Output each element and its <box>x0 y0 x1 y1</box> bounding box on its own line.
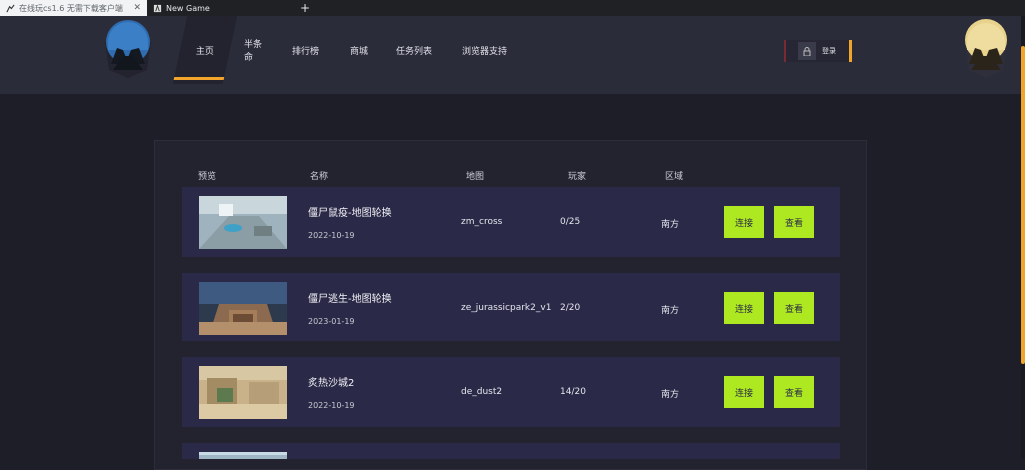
server-region: 南方 <box>661 306 680 316</box>
view-button[interactable]: 查看 <box>774 292 814 324</box>
column-header-preview: 预览 <box>198 172 217 182</box>
ct-logo-icon[interactable] <box>103 20 153 78</box>
column-header-map: 地图 <box>466 172 485 182</box>
server-map: de_dust2 <box>461 387 503 397</box>
connect-button[interactable]: 连接 <box>724 376 764 408</box>
server-name[interactable]: 炙热沙城2 <box>308 374 354 389</box>
server-players: 2/20 <box>560 303 581 313</box>
column-header-players: 玩家 <box>568 172 587 182</box>
header-notch <box>88 84 936 94</box>
close-tab-icon[interactable]: ✕ <box>133 3 141 13</box>
connect-button[interactable]: 连接 <box>724 292 764 324</box>
nav-item-leaderboard[interactable]: 排行榜 <box>278 16 336 84</box>
nav-item-browser-support[interactable]: 浏览器支持 <box>448 16 528 84</box>
browser-tab-active[interactable]: 在线玩cs1.6 无需下载客户端 ✕ <box>0 0 147 16</box>
page-scrollbar[interactable] <box>1021 16 1025 459</box>
browser-tab-title: New Game <box>166 3 210 13</box>
lock-icon <box>798 42 816 60</box>
login-label: 登录 <box>822 47 836 55</box>
server-row[interactable]: 僵尸逃生-地图轮换 2023-01-19 ze_jurassicpark2_v1… <box>182 273 840 341</box>
t-logo-icon[interactable] <box>963 18 1009 78</box>
server-players: 0/25 <box>560 217 581 227</box>
server-row[interactable]: 炙热沙城2 2022-10-19 de_dust2 14/20 南方 连接 查看 <box>182 357 840 427</box>
browser-tab-bar: 在线玩cs1.6 无需下载客户端 ✕ New Game + <box>0 0 1025 16</box>
server-date: 2022-10-19 <box>308 231 355 240</box>
map-preview-image <box>199 366 287 419</box>
map-preview-image <box>199 452 287 459</box>
cs-favicon-icon <box>6 4 15 12</box>
map-preview-image <box>199 196 287 249</box>
browser-tab-inactive[interactable]: New Game <box>147 0 294 16</box>
server-date: 2023-01-19 <box>308 317 355 326</box>
main-nav: 主页 半条命 排行榜 商城 任务列表 浏览器支持 <box>172 16 528 84</box>
server-map: ze_jurassicpark2_v1 <box>461 303 552 313</box>
server-region: 南方 <box>661 390 680 400</box>
nav-item-label: 主页 <box>195 46 214 57</box>
view-button[interactable]: 查看 <box>774 206 814 238</box>
server-row[interactable]: 僵尸鼠疫-地图轮换 2022-10-19 zm_cross 0/25 南方 连接… <box>182 187 840 257</box>
server-map: zm_cross <box>461 217 503 227</box>
browser-tab-title: 在线玩cs1.6 无需下载客户端 <box>19 3 123 13</box>
view-button[interactable]: 查看 <box>774 376 814 408</box>
game-favicon-icon <box>153 3 162 12</box>
scrollbar-thumb[interactable] <box>1021 46 1025 364</box>
nav-item-home[interactable]: 主页 <box>172 16 238 84</box>
server-players: 14/20 <box>560 387 586 397</box>
nav-item-half-life[interactable]: 半条命 <box>230 16 278 84</box>
nav-item-tasks[interactable]: 任务列表 <box>382 16 448 84</box>
column-header-region: 区域 <box>665 172 684 182</box>
new-tab-button[interactable]: + <box>294 0 316 16</box>
nav-item-shop[interactable]: 商城 <box>336 16 382 84</box>
map-preview-image <box>199 282 287 335</box>
server-name[interactable]: 僵尸鼠疫-地图轮换 <box>308 204 392 219</box>
server-region: 南方 <box>661 220 680 230</box>
login-button[interactable]: 登录 <box>784 40 852 62</box>
server-name[interactable]: 僵尸逃生-地图轮换 <box>308 290 392 305</box>
server-row[interactable] <box>182 443 840 459</box>
server-date: 2022-10-19 <box>308 401 355 410</box>
column-header-name: 名称 <box>310 172 329 182</box>
connect-button[interactable]: 连接 <box>724 206 764 238</box>
